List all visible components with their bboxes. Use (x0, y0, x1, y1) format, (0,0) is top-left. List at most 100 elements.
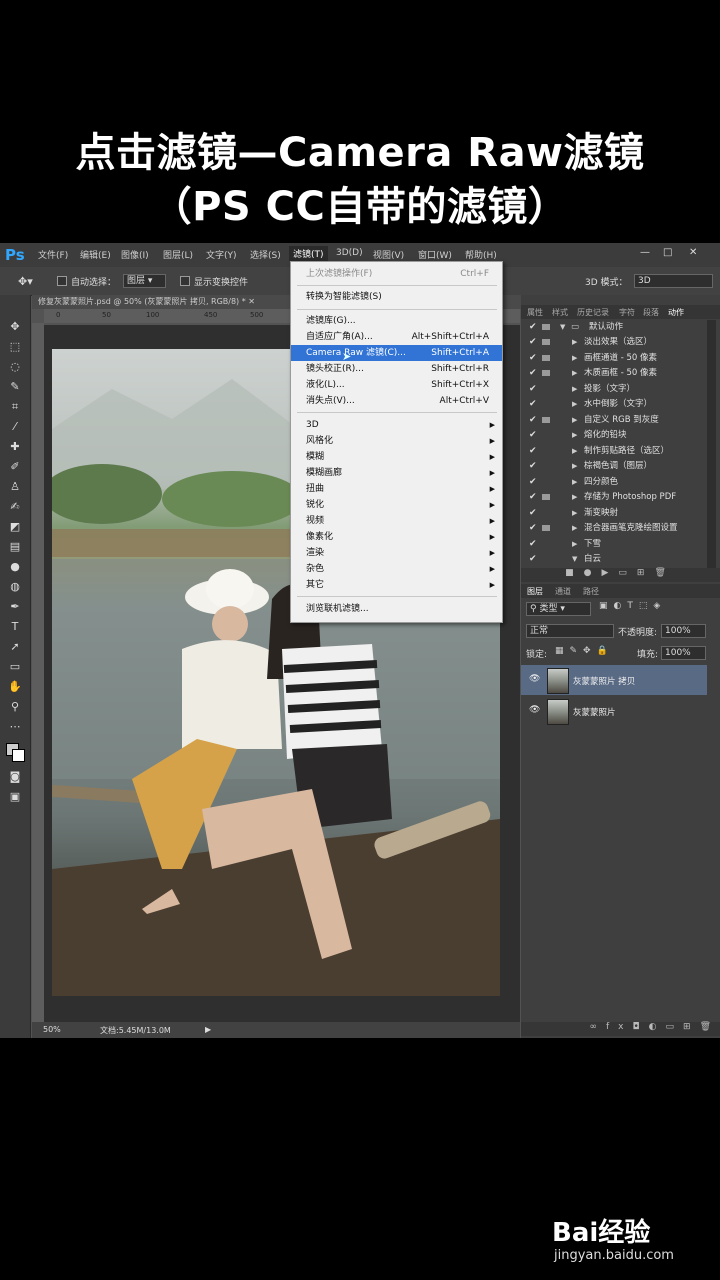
action-row[interactable]: ✔ ▶ 棕褐色调（图层） (521, 459, 707, 474)
action-row[interactable]: ✔ ▼ 白云 (521, 552, 707, 567)
dialog-toggle-icon[interactable] (542, 494, 550, 500)
menu-item-other[interactable]: 其它 ▶ (291, 577, 502, 593)
lasso-icon[interactable]: ◌ (6, 359, 24, 375)
menu-item-liquify[interactable]: 液化(L)... Shift+Ctrl+X (291, 377, 502, 393)
new-layer-icon[interactable]: ⊞ (683, 1022, 700, 1032)
dodge-icon[interactable]: ◍ (6, 579, 24, 595)
lock-icons[interactable]: ▦✎✥🔒 (555, 646, 614, 656)
menu-type[interactable]: 文字(Y) (206, 248, 237, 261)
action-row[interactable]: ✔ ▶ 制作剪贴路径（选区） (521, 444, 707, 459)
check-icon[interactable]: ✔ (529, 382, 537, 397)
mask-icon[interactable]: ◘ (633, 1022, 649, 1032)
eye-icon[interactable]: 👁 (529, 705, 540, 715)
collapse-arrow-icon[interactable]: ▼ (572, 552, 577, 567)
actions-scrollbar[interactable] (707, 320, 716, 568)
expand-arrow-icon[interactable]: ▶ (572, 444, 577, 459)
menu-item-last-filter[interactable]: 上次滤镜操作(F) Ctrl+F (291, 266, 502, 282)
menu-item-stylize[interactable]: 风格化 ▶ (291, 433, 502, 449)
eye-icon[interactable]: 👁 (529, 674, 540, 684)
menu-item-adaptive-wide-angle[interactable]: 自适应广角(A)... Alt+Shift+Ctrl+A (291, 329, 502, 345)
menu-item-pixelate[interactable]: 像素化 ▶ (291, 529, 502, 545)
link-icon[interactable]: ∞ (590, 1022, 607, 1032)
auto-select-checkbox[interactable] (57, 276, 67, 286)
menu-filter[interactable]: 滤镜(T) (289, 246, 328, 261)
stop-icon[interactable]: ■ (565, 568, 584, 578)
3d-mode-dropdown[interactable]: 3D (634, 274, 713, 288)
menu-select[interactable]: 选择(S) (250, 248, 281, 261)
expand-arrow-icon[interactable]: ▶ (572, 382, 577, 397)
expand-arrow-icon[interactable]: ▶ (572, 413, 577, 428)
clone-stamp-icon[interactable]: ♙ (6, 479, 24, 495)
expand-arrow-icon[interactable]: ▶ (572, 490, 577, 505)
check-icon[interactable]: ✔ (529, 521, 537, 536)
maximize-icon[interactable]: □ (663, 247, 672, 258)
tab-character[interactable]: 字符 (619, 307, 635, 318)
check-icon[interactable]: ✔ (529, 459, 537, 474)
check-icon[interactable]: ✔ (529, 397, 537, 412)
menu-help[interactable]: 帮助(H) (465, 248, 497, 261)
check-icon[interactable]: ✔ (529, 413, 537, 428)
type-icon[interactable]: T (6, 619, 24, 635)
menu-3d[interactable]: 3D(D) (336, 248, 363, 258)
quick-select-icon[interactable]: ✎ (6, 379, 24, 395)
eraser-icon[interactable]: ◩ (6, 519, 24, 535)
eyedropper-icon[interactable]: ⁄ (6, 419, 24, 435)
blur-icon[interactable]: ● (6, 559, 24, 575)
tab-history[interactable]: 历史记录 (577, 307, 609, 318)
new-action-icon[interactable]: ⊞ (637, 568, 655, 578)
menu-layer[interactable]: 图层(L) (163, 248, 193, 261)
expand-arrow-icon[interactable]: ▶ (572, 351, 577, 366)
menu-window[interactable]: 窗口(W) (418, 248, 452, 261)
action-row[interactable]: ✔ ▶ 存储为 Photoshop PDF (521, 490, 707, 505)
check-icon[interactable]: ✔ (529, 506, 537, 521)
zoom-level[interactable]: 50% (43, 1025, 61, 1034)
fx-icon[interactable]: fx (606, 1022, 633, 1032)
tab-channels[interactable]: 通道 (555, 586, 571, 597)
shape-icon[interactable]: ▭ (6, 659, 24, 675)
layer-row[interactable]: 👁 灰蒙蒙照片 拷贝 (521, 665, 707, 695)
record-icon[interactable]: ● (584, 568, 602, 578)
action-row[interactable]: ✔ ▶ 渐变映射 (521, 506, 707, 521)
tab-layers[interactable]: 图层 (527, 586, 543, 597)
menu-item-browse-online[interactable]: 浏览联机滤镜... (291, 601, 502, 617)
expand-arrow-icon[interactable]: ▶ (572, 537, 577, 552)
dialog-toggle-icon[interactable] (542, 525, 550, 531)
menu-edit[interactable]: 编辑(E) (80, 248, 111, 261)
check-icon[interactable]: ✔ (529, 428, 537, 443)
menu-item-sharpen[interactable]: 锐化 ▶ (291, 497, 502, 513)
expand-arrow-icon[interactable]: ▶ (572, 397, 577, 412)
opacity-input[interactable]: 100% (661, 624, 706, 638)
layer-row[interactable]: 👁 灰蒙蒙照片 (521, 696, 707, 726)
expand-arrow-icon[interactable]: ▶ (572, 459, 577, 474)
menu-item-blur-gallery[interactable]: 模糊画廊 ▶ (291, 465, 502, 481)
dialog-toggle-icon[interactable] (542, 324, 550, 330)
menu-item-distort[interactable]: 扭曲 ▶ (291, 481, 502, 497)
expand-arrow-icon[interactable]: ▶ (572, 335, 577, 350)
brush-icon[interactable]: ✐ (6, 459, 24, 475)
menu-item-noise[interactable]: 杂色 ▶ (291, 561, 502, 577)
action-row[interactable]: ✔ ▶ 熔化的铅块 (521, 428, 707, 443)
delete-layer-icon[interactable]: 🗑 (700, 1022, 720, 1032)
dialog-toggle-icon[interactable] (542, 355, 550, 361)
check-icon[interactable]: ✔ (529, 444, 537, 459)
tab-paths[interactable]: 路径 (583, 586, 599, 597)
action-set-row[interactable]: ✔ ▼ ▭ 默认动作 (521, 320, 707, 335)
menu-item-camera-raw[interactable]: Camera Raw 滤镜(C)... Shift+Ctrl+A ➤ (291, 345, 502, 363)
play-icon[interactable]: ▶ (601, 568, 618, 578)
check-icon[interactable]: ✔ (529, 490, 537, 505)
marquee-icon[interactable]: ⬚ (6, 339, 24, 355)
check-icon[interactable]: ✔ (529, 366, 537, 381)
tab-styles[interactable]: 样式 (552, 307, 568, 318)
auto-select-dropdown[interactable]: 图层 ▾ (123, 274, 166, 288)
dialog-toggle-icon[interactable] (542, 370, 550, 376)
crop-icon[interactable]: ⌗ (6, 399, 24, 415)
action-row[interactable]: ✔ ▶ 下雪 (521, 537, 707, 552)
menu-file[interactable]: 文件(F) (38, 248, 68, 261)
menu-item-blur[interactable]: 模糊 ▶ (291, 449, 502, 465)
healing-brush-icon[interactable]: ✚ (6, 439, 24, 455)
quick-mask-icon[interactable]: ◙ (6, 769, 24, 785)
menu-item-render[interactable]: 渲染 ▶ (291, 545, 502, 561)
dialog-toggle-icon[interactable] (542, 417, 550, 423)
check-icon[interactable]: ✔ (529, 537, 537, 552)
menu-item-3d[interactable]: 3D ▶ (291, 417, 502, 433)
